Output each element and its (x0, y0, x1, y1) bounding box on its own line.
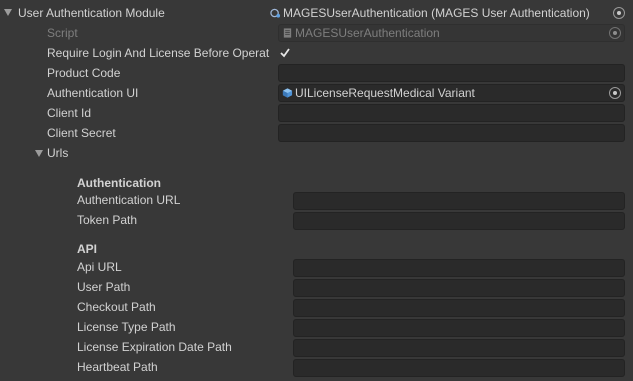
client-id-field[interactable] (278, 104, 625, 122)
license-type-path-field[interactable] (293, 319, 625, 337)
api-url-label: Api URL (77, 260, 122, 274)
object-picker-icon[interactable] (613, 7, 625, 19)
product-code-field[interactable] (278, 64, 625, 82)
user-path-label: User Path (77, 280, 131, 294)
api-url-field[interactable] (293, 259, 625, 277)
license-type-path-label: License Type Path (77, 320, 176, 334)
urls-foldout-arrow-icon[interactable] (35, 150, 43, 157)
component-icon (270, 8, 281, 18)
object-picker-icon[interactable] (609, 87, 621, 99)
authentication-url-field[interactable] (293, 192, 625, 210)
token-path-label: Token Path (77, 213, 138, 227)
script-value: MAGESUserAuthentication (295, 26, 440, 40)
client-secret-label: Client Secret (47, 126, 116, 140)
product-code-label: Product Code (47, 66, 121, 80)
script-icon (283, 28, 292, 38)
heartbeat-path-field[interactable] (293, 359, 625, 377)
module-title: User Authentication Module (18, 6, 165, 20)
module-object-field[interactable]: MAGESUserAuthentication (MAGES User Auth… (266, 4, 629, 22)
foldout-arrow-icon[interactable] (4, 9, 12, 16)
checkout-path-field[interactable] (293, 299, 625, 317)
client-id-label: Client Id (47, 106, 92, 120)
authentication-ui-field[interactable]: UILicenseRequestMedical Variant (278, 84, 625, 102)
module-object-value: MAGESUserAuthentication (MAGES User Auth… (283, 6, 590, 20)
license-expiration-date-path-label: License Expiration Date Path (77, 340, 232, 354)
prefab-icon (282, 88, 293, 98)
user-path-field[interactable] (293, 279, 625, 297)
authentication-ui-label: Authentication UI (47, 86, 139, 100)
heartbeat-path-label: Heartbeat Path (77, 360, 158, 374)
authentication-url-label: Authentication URL (77, 193, 181, 207)
script-field[interactable]: MAGESUserAuthentication (278, 24, 625, 42)
object-picker-icon (609, 27, 621, 39)
token-path-field[interactable] (293, 212, 625, 230)
authentication-ui-value: UILicenseRequestMedical Variant (295, 86, 475, 100)
checkout-path-label: Checkout Path (77, 300, 156, 314)
api-header: API (77, 242, 98, 256)
require-login-checkbox[interactable] (280, 48, 290, 58)
client-secret-field[interactable] (278, 124, 625, 142)
script-label: Script (47, 26, 78, 40)
require-login-label: Require Login And License Before Operat (47, 46, 270, 60)
license-expiration-date-path-field[interactable] (293, 339, 625, 357)
urls-foldout-label[interactable]: Urls (47, 143, 68, 163)
